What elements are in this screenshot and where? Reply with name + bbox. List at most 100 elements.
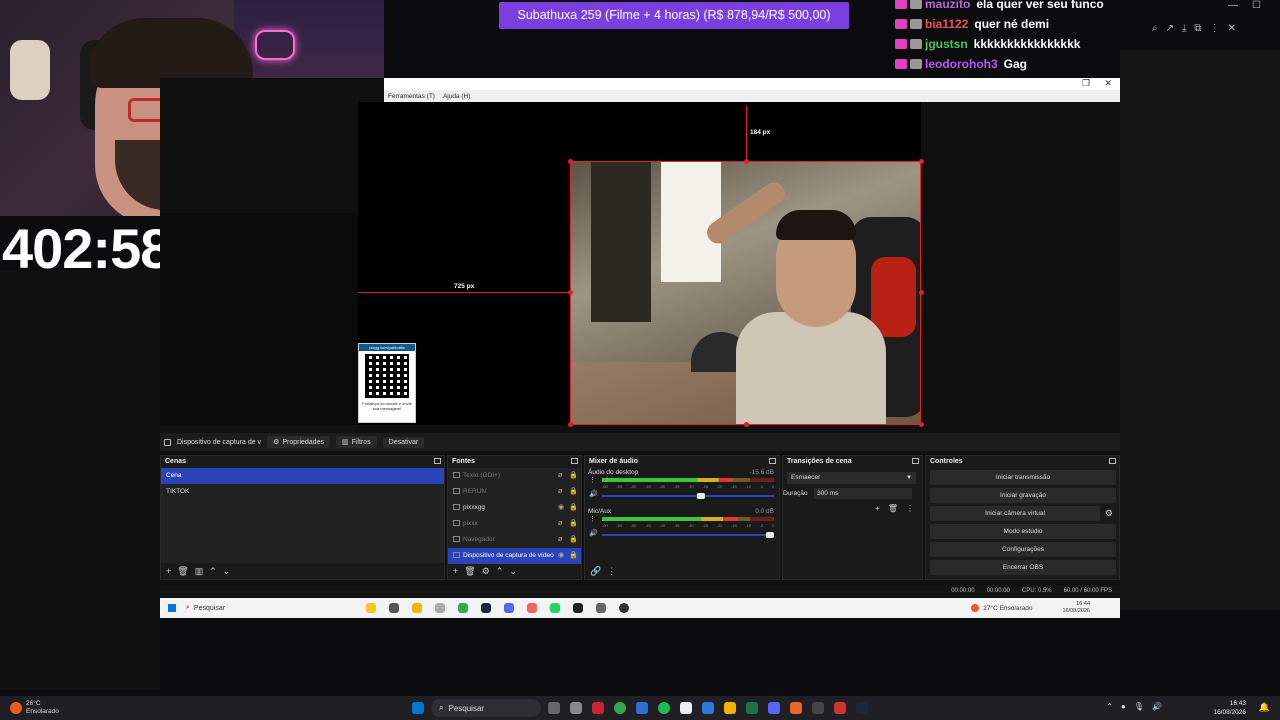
app-icon[interactable]: [527, 603, 537, 613]
external-icon[interactable]: ⧉: [1194, 23, 1201, 34]
lock-icon[interactable]: 🔒: [569, 488, 578, 495]
filters-button[interactable]: ▥ Filtros: [335, 436, 377, 448]
volume-knob[interactable]: [697, 493, 706, 499]
volume-slider[interactable]: [602, 493, 774, 499]
hidden-eye-icon[interactable]: ø: [558, 488, 565, 495]
scene-item[interactable]: TIKTOK: [161, 484, 444, 500]
trash-icon[interactable]: 🗑: [888, 504, 898, 513]
close-icon[interactable]: ✕: [1104, 78, 1112, 89]
lock-icon[interactable]: 🔒: [569, 472, 578, 479]
source-item[interactable]: Dispositivo de captura de vídeo ◉ 🔒: [448, 548, 581, 564]
menu-help[interactable]: Ajuda (H): [443, 93, 470, 100]
move-down-icon[interactable]: ⌄: [223, 566, 231, 577]
link-icon[interactable]: 🔗: [590, 566, 601, 577]
source-item[interactable]: RERUN ø 🔒: [448, 484, 581, 500]
trash-icon[interactable]: 🗑: [177, 566, 188, 577]
move-up-icon[interactable]: ⌃: [209, 566, 217, 577]
popout-icon[interactable]: [912, 458, 919, 464]
steam-icon[interactable]: [856, 702, 868, 714]
zoom-icon[interactable]: ⌕: [1152, 23, 1158, 34]
more-icon[interactable]: ⋮: [1210, 23, 1220, 34]
restore-icon[interactable]: ❐: [1082, 78, 1090, 89]
task-view-icon[interactable]: [548, 702, 560, 714]
add-icon[interactable]: +: [453, 566, 458, 576]
more-icon[interactable]: ⋮: [607, 566, 616, 577]
popout-icon[interactable]: [769, 458, 776, 464]
windows-start-icon[interactable]: [168, 604, 176, 612]
exit-obs-button[interactable]: Encerrar OBS: [930, 560, 1116, 575]
speaker-icon[interactable]: 🔊: [589, 529, 598, 537]
app-icon[interactable]: [834, 702, 846, 714]
download-icon[interactable]: ⤓: [1182, 23, 1186, 34]
eye-icon[interactable]: ◉: [558, 552, 565, 559]
app-icon[interactable]: [435, 603, 445, 613]
app-icon[interactable]: [636, 702, 648, 714]
popout-icon[interactable]: [434, 458, 441, 464]
move-down-icon[interactable]: ⌄: [509, 566, 517, 577]
add-icon[interactable]: +: [166, 566, 171, 576]
hidden-eye-icon[interactable]: ø: [558, 536, 565, 543]
popout-icon[interactable]: [1109, 458, 1116, 464]
start-recording-button[interactable]: Iniciar gravação: [930, 488, 1116, 503]
spotify-icon[interactable]: [658, 702, 670, 714]
app-icon[interactable]: [592, 702, 604, 714]
chat-username[interactable]: jgustsn: [925, 37, 968, 51]
source-item[interactable]: Navegador ø 🔒: [448, 532, 581, 548]
system-tray[interactable]: ⌃●🎙🔊: [1106, 702, 1170, 711]
gear-icon[interactable]: ⚙: [1105, 508, 1113, 519]
resize-handle[interactable]: [568, 290, 573, 295]
notepad-icon[interactable]: [680, 702, 692, 714]
resize-handle[interactable]: [744, 422, 749, 427]
copilot-icon[interactable]: [366, 603, 376, 613]
discord-icon[interactable]: [768, 702, 780, 714]
share-icon[interactable]: ↗: [1166, 23, 1174, 34]
app-icon[interactable]: [812, 702, 824, 714]
duration-input[interactable]: 300 ms: [814, 488, 912, 499]
source-item[interactable]: Texto (GDI+) ø 🔒: [448, 468, 581, 484]
studio-mode-button[interactable]: Modo estúdio: [930, 524, 1116, 539]
resize-handle[interactable]: [919, 290, 924, 295]
firefox-icon[interactable]: [790, 702, 802, 714]
taskbar-search[interactable]: ⌕ Pesquisar: [431, 699, 541, 717]
start-streaming-button[interactable]: Iniciar transmissão: [930, 470, 1116, 485]
settings-button[interactable]: Configurações: [930, 542, 1116, 557]
resize-handle[interactable]: [919, 422, 924, 427]
move-up-icon[interactable]: ⌃: [496, 566, 504, 577]
settings-icon[interactable]: [596, 603, 606, 613]
steam-icon[interactable]: [481, 603, 491, 613]
settings-icon[interactable]: [570, 702, 582, 714]
add-icon[interactable]: +: [875, 504, 880, 513]
resize-handle[interactable]: [744, 159, 749, 164]
trash-icon[interactable]: 🗑: [464, 566, 475, 577]
source-item[interactable]: pixxx ø 🔒: [448, 516, 581, 532]
lock-icon[interactable]: 🔒: [569, 504, 578, 511]
scene-item[interactable]: Cena: [161, 468, 444, 484]
task-view-icon[interactable]: [389, 603, 399, 613]
resize-handle[interactable]: [919, 159, 924, 164]
obs-icon[interactable]: [619, 603, 629, 613]
start-virtual-camera-button[interactable]: Iniciar câmera virtual: [930, 506, 1100, 521]
app-icon[interactable]: [746, 702, 758, 714]
lock-icon[interactable]: 🔒: [569, 536, 578, 543]
resize-handle[interactable]: [568, 422, 573, 427]
menu-dots-icon[interactable]: ⋮: [589, 476, 596, 484]
weather-widget[interactable]: 26°C Ensolarado: [0, 700, 59, 716]
filter-icon[interactable]: ▥: [195, 566, 204, 577]
chat-username[interactable]: mauzito: [925, 0, 970, 11]
hidden-eye-icon[interactable]: ø: [558, 520, 565, 527]
chat-username[interactable]: bia1122: [925, 17, 968, 31]
discord-icon[interactable]: [504, 603, 514, 613]
vscode-icon[interactable]: [702, 702, 714, 714]
minimize-icon[interactable]: —: [1228, 0, 1238, 11]
lock-icon[interactable]: 🔒: [569, 552, 578, 559]
more-icon[interactable]: ⋮: [906, 504, 914, 513]
hidden-eye-icon[interactable]: ø: [558, 472, 565, 479]
close-icon[interactable]: ✕: [1228, 23, 1236, 34]
gear-icon[interactable]: ⚙: [482, 566, 490, 577]
chrome-icon[interactable]: [458, 603, 468, 613]
notification-icon[interactable]: 🔔: [1259, 702, 1270, 713]
windows-start-icon[interactable]: [412, 702, 424, 714]
app-icon[interactable]: [573, 603, 583, 613]
file-explorer-icon[interactable]: [724, 702, 736, 714]
source-item[interactable]: pixxxgg ◉ 🔒: [448, 500, 581, 516]
